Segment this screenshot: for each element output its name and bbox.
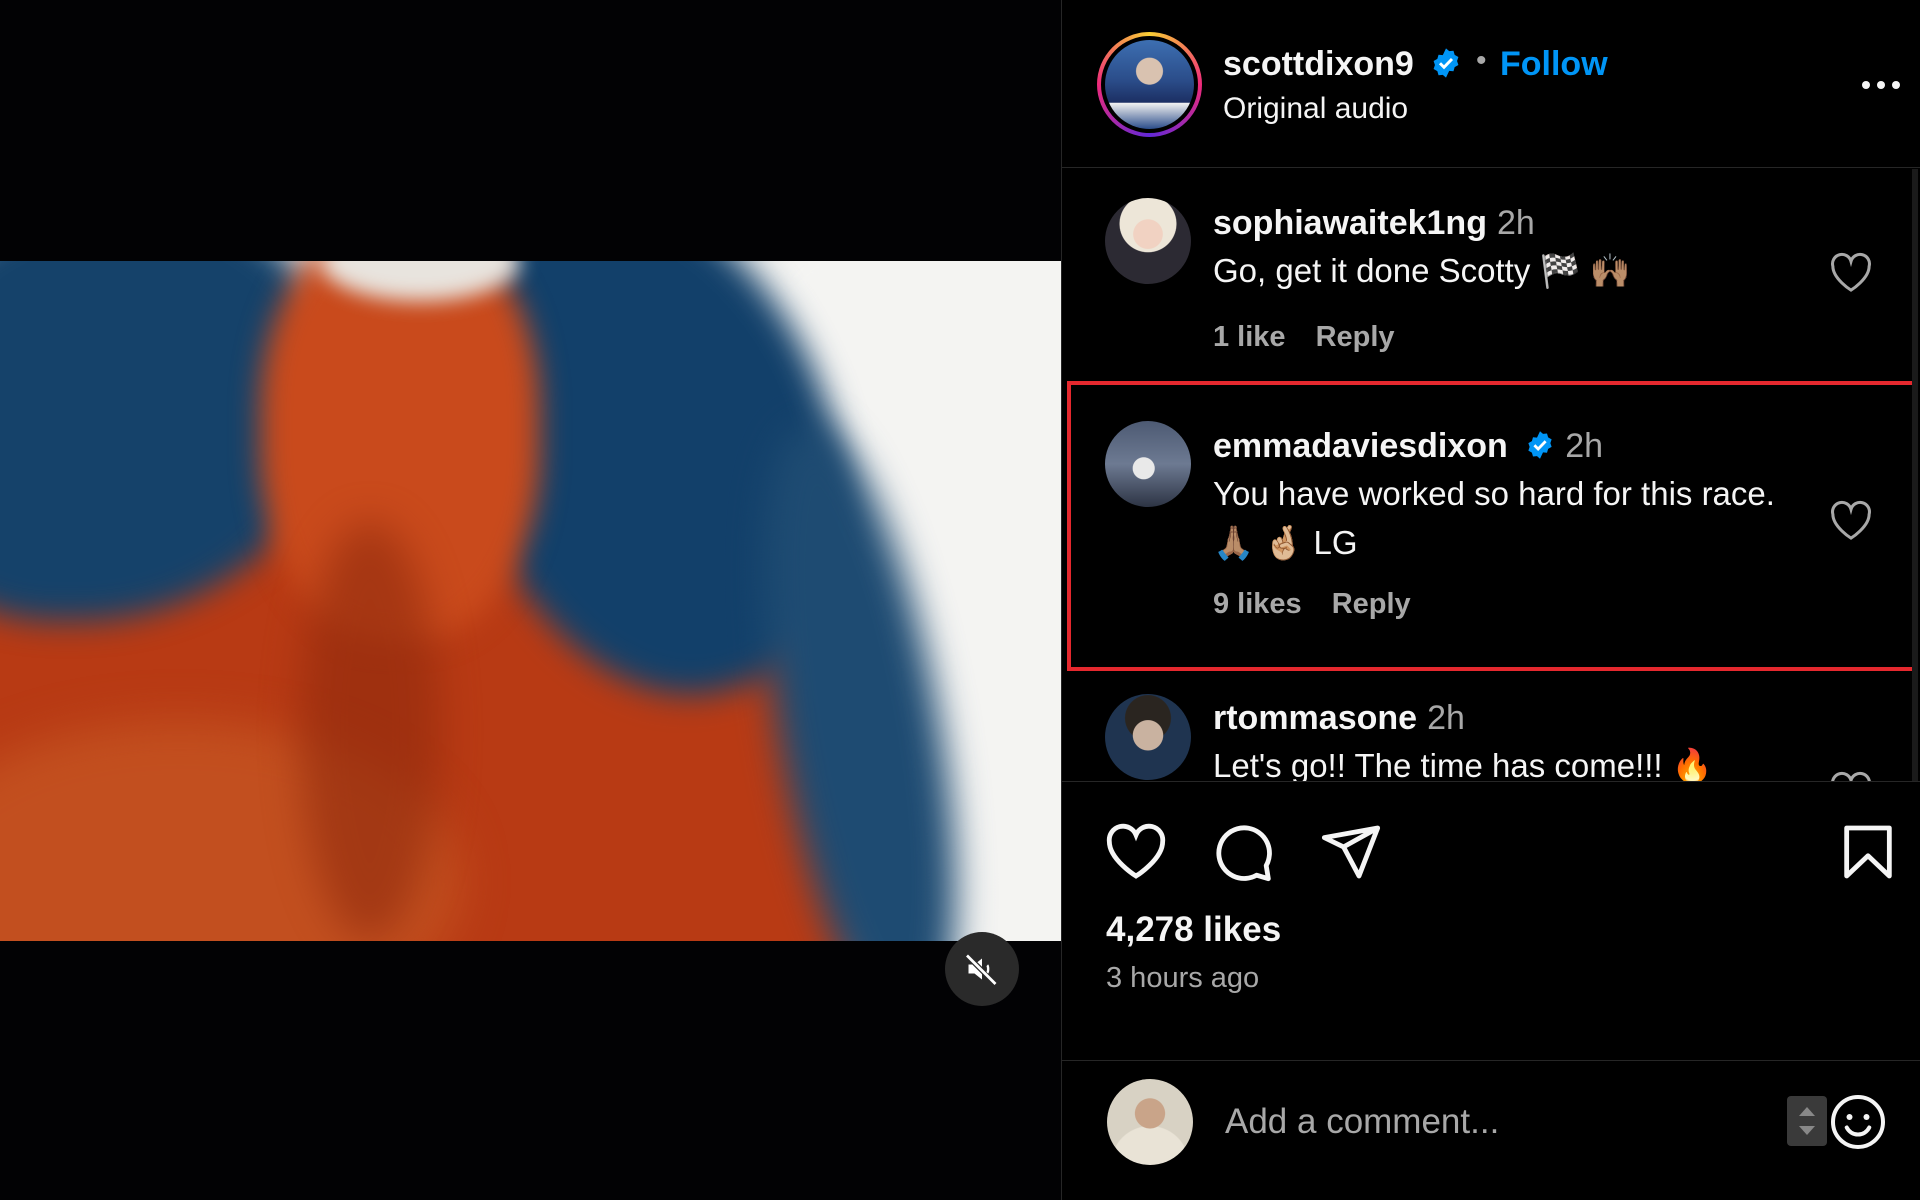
reply-button[interactable]: Reply — [1316, 321, 1395, 353]
muted-speaker-icon — [965, 953, 998, 986]
heart-icon[interactable] — [1828, 770, 1874, 781]
post-header: scottdixon9 • Follow Original audio — [1062, 0, 1920, 168]
comment-text: Let's go!! The time has come!!! 🔥 — [1213, 747, 1713, 781]
comments-scrollbar[interactable] — [1912, 169, 1918, 781]
mute-button[interactable] — [945, 932, 1019, 1006]
separator-dot: • — [1476, 44, 1487, 77]
comments-list[interactable]: sophiawaitek1ng 2h Go, get it done Scotty… — [1062, 169, 1920, 781]
avatar[interactable] — [1105, 694, 1191, 780]
comment-time: 2h — [1565, 427, 1604, 465]
comment-meta: 1 like Reply — [1213, 321, 1395, 354]
avatar — [1107, 1079, 1193, 1165]
comment-likes[interactable]: 1 like — [1213, 321, 1286, 353]
bookmark-icon[interactable] — [1836, 820, 1900, 884]
follow-button[interactable]: Follow — [1500, 45, 1608, 84]
post-timestamp[interactable]: 3 hours ago — [1106, 962, 1259, 995]
verified-badge-icon — [1433, 48, 1459, 78]
story-ring[interactable] — [1097, 32, 1202, 137]
share-icon[interactable] — [1319, 820, 1383, 884]
more-options-icon[interactable] — [1856, 70, 1906, 100]
comment-time: 2h — [1496, 204, 1535, 242]
heart-icon[interactable] — [1104, 820, 1168, 884]
audio-link[interactable]: Original audio — [1223, 92, 1408, 126]
comment-input[interactable] — [1225, 1091, 1825, 1153]
comment-composer — [1062, 1060, 1920, 1200]
comment-time: 2h — [1427, 699, 1465, 737]
input-resize-handle[interactable] — [1787, 1096, 1827, 1146]
verified-badge-icon — [1528, 431, 1552, 459]
author-username[interactable]: scottdixon9 — [1223, 45, 1414, 84]
comment-meta: 9 likes Reply — [1213, 588, 1411, 621]
video-frame[interactable] — [0, 261, 1061, 941]
post-sidebar: scottdixon9 • Follow Original audio soph… — [1062, 0, 1920, 1200]
heart-icon[interactable] — [1828, 499, 1874, 541]
comment-username[interactable]: sophiawaitek1ng 2h — [1213, 204, 1535, 243]
comment-username[interactable]: emmadaviesdixon 2h — [1213, 427, 1603, 466]
avatar[interactable] — [1105, 198, 1191, 284]
comment-text: You have worked so hard for this race. 🙏… — [1213, 475, 1775, 561]
avatar[interactable] — [1105, 421, 1191, 507]
comment-icon[interactable] — [1211, 820, 1275, 884]
reply-button[interactable]: Reply — [1332, 588, 1411, 620]
emoji-icon[interactable] — [1828, 1092, 1888, 1152]
chevron-updown-icon — [1799, 1107, 1815, 1135]
video-player[interactable] — [0, 0, 1061, 1200]
heart-icon[interactable] — [1828, 251, 1874, 293]
video-shadow — [300, 521, 440, 941]
avatar[interactable] — [1105, 40, 1194, 129]
likes-count[interactable]: 4,278 likes — [1106, 910, 1281, 950]
comment-text: Go, get it done Scotty 🏁 🙌🏽 — [1213, 252, 1631, 289]
comment-likes[interactable]: 9 likes — [1213, 588, 1302, 620]
section-divider — [1062, 781, 1920, 782]
comment-username[interactable]: rtommasone 2h — [1213, 699, 1465, 738]
